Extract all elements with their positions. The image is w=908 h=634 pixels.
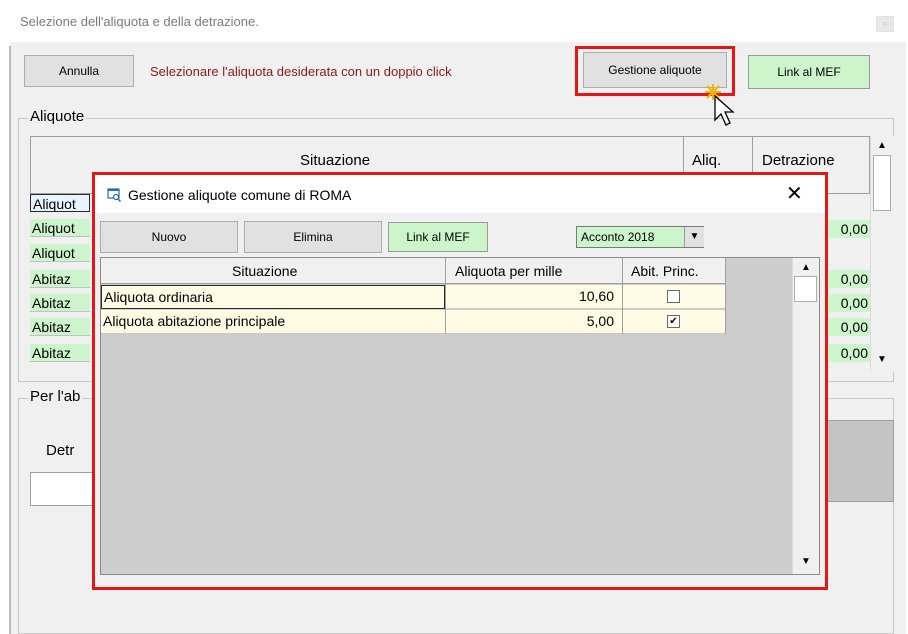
link-mef-button[interactable]: Link al MEF <box>748 55 870 89</box>
dialog-title: Gestione aliquote comune di ROMA <box>128 187 352 203</box>
aliquote-row[interactable]: Aliquot <box>30 219 90 237</box>
detrazione-value: 0,00 <box>826 270 870 288</box>
mouse-pointer-icon <box>705 80 741 130</box>
scroll-down-icon[interactable]: ▼ <box>794 556 818 567</box>
col-header-aliq: Aliq. <box>692 152 722 169</box>
aliquote-row[interactable]: Abitaz <box>30 270 90 288</box>
inner-grid-scrollbar[interactable] <box>792 258 819 574</box>
scroll-up-icon[interactable]: ▲ <box>870 140 894 151</box>
outer-close-button[interactable]: × <box>876 16 894 32</box>
inner-scroll-thumb[interactable] <box>794 276 817 302</box>
inner-col-abit-princ: Abit. Princ. <box>631 263 699 279</box>
aliquote-row[interactable]: Aliquot <box>30 244 90 262</box>
aliquote-row[interactable]: Abitaz <box>30 318 90 336</box>
col-header-situazione: Situazione <box>300 152 371 169</box>
scroll-up-icon[interactable]: ▲ <box>794 262 818 273</box>
detrazione-value: 0,00 <box>826 220 870 238</box>
nuovo-button[interactable]: Nuovo <box>100 221 238 253</box>
col-header-detrazione: Detrazione <box>762 152 835 169</box>
detrazione-value: 0,00 <box>826 318 870 336</box>
inner-col-situazione: Situazione <box>232 263 298 279</box>
aliquote-scroll-thumb[interactable] <box>873 155 891 211</box>
scroll-down-icon[interactable]: ▼ <box>870 354 894 365</box>
dialog-close-icon[interactable]: ✕ <box>786 184 803 204</box>
inner-col-divider <box>725 258 726 334</box>
dialog-link-mef-button[interactable]: Link al MEF <box>388 222 488 252</box>
detrazione-label: Detr <box>46 442 75 459</box>
per-abitazione-label: Per l'ab <box>28 388 83 405</box>
detrazione-value: 0,00 <box>826 294 870 312</box>
aliquote-group-label: Aliquote <box>28 108 87 125</box>
inner-row-aliquota[interactable]: 10,60 <box>446 285 622 309</box>
magnifier-window-icon <box>107 188 122 205</box>
aliquote-row[interactable]: Abitaz <box>30 344 90 362</box>
chevron-down-icon[interactable]: ▼ <box>684 227 704 247</box>
abit-princ-checkbox[interactable] <box>667 290 680 303</box>
detrazione-input[interactable] <box>30 472 100 506</box>
elimina-button[interactable]: Elimina <box>244 221 382 253</box>
inner-row-situazione[interactable]: Aliquota abitazione principale <box>101 310 445 334</box>
inner-col-aliquota: Aliquota per mille <box>455 263 563 279</box>
window-left-edge <box>9 46 11 634</box>
inner-row-aliquota[interactable]: 5,00 <box>446 310 622 334</box>
aliquote-row[interactable]: Aliquot <box>30 194 90 212</box>
outer-window-title: Selezione dell'aliquota e della detrazio… <box>20 14 259 29</box>
instruction-text: Selezionare l'aliquota desiderata con un… <box>150 64 452 79</box>
abit-princ-checkbox[interactable]: ✔ <box>667 315 680 328</box>
aliquote-row[interactable]: Abitaz <box>30 294 90 312</box>
inner-row-situazione[interactable]: Aliquota ordinaria <box>101 285 445 309</box>
detrazione-grey-panel <box>824 420 894 502</box>
annulla-button[interactable]: Annulla <box>24 55 134 87</box>
detrazione-value: 0,00 <box>826 344 870 362</box>
